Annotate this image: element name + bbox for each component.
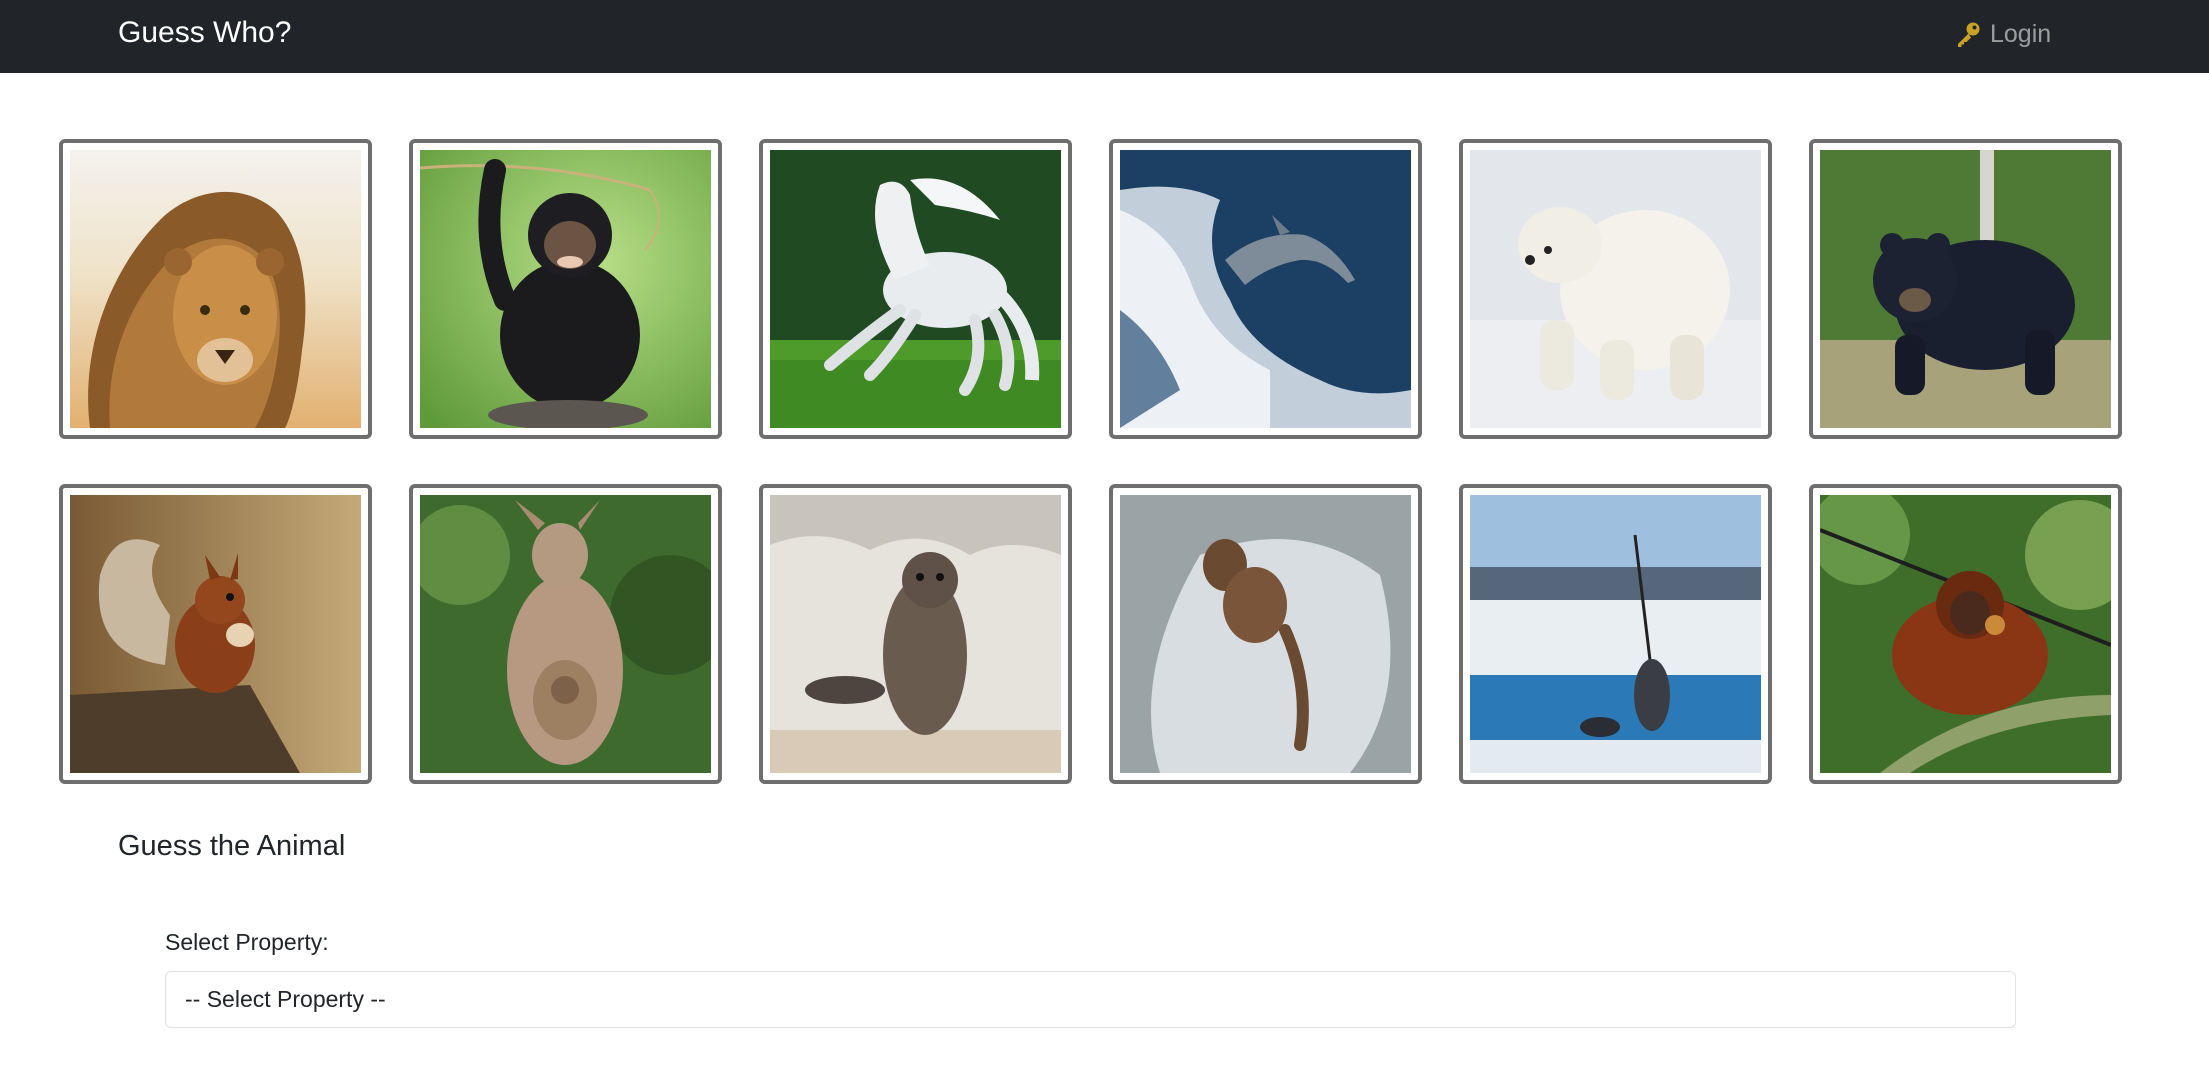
narwhal-image xyxy=(1470,495,1761,773)
key-icon xyxy=(1954,20,1982,48)
dolphin-image xyxy=(1120,150,1411,428)
guess-section-title: Guess the Animal xyxy=(118,830,346,862)
kangaroo-image xyxy=(420,495,711,773)
animal-card-kangaroo[interactable] xyxy=(409,484,722,784)
animal-card-otter[interactable] xyxy=(1109,484,1422,784)
login-link[interactable]: Login xyxy=(1954,16,2051,52)
lion-image xyxy=(70,150,361,428)
animal-card-squirrel[interactable] xyxy=(59,484,372,784)
animal-card-chimpanzee[interactable] xyxy=(409,139,722,439)
animal-card-grid xyxy=(59,139,2122,784)
animal-card-lion[interactable] xyxy=(59,139,372,439)
property-select-value: -- Select Property -- xyxy=(185,986,386,1012)
polar-bear-image xyxy=(1470,150,1761,428)
login-label: Login xyxy=(1990,19,2052,48)
select-property-label: Select Property: xyxy=(165,929,329,955)
property-select[interactable]: -- Select Property -- xyxy=(165,971,2016,1028)
animal-card-black-bear[interactable] xyxy=(1809,139,2122,439)
animal-card-narwhal[interactable] xyxy=(1459,484,1772,784)
animal-card-seal[interactable] xyxy=(759,484,1072,784)
animal-card-horse[interactable] xyxy=(759,139,1072,439)
chimpanzee-image xyxy=(420,150,711,428)
squirrel-image xyxy=(70,495,361,773)
animal-card-dolphin[interactable] xyxy=(1109,139,1422,439)
horse-image xyxy=(770,150,1061,428)
orangutan-image xyxy=(1820,495,2111,773)
otter-image xyxy=(1120,495,1411,773)
seal-image xyxy=(770,495,1061,773)
brand-title[interactable]: Guess Who? xyxy=(118,14,291,52)
navbar: Guess Who? Login xyxy=(0,0,2209,73)
animal-card-polar-bear[interactable] xyxy=(1459,139,1772,439)
black-bear-image xyxy=(1820,150,2111,428)
animal-card-orangutan[interactable] xyxy=(1809,484,2122,784)
